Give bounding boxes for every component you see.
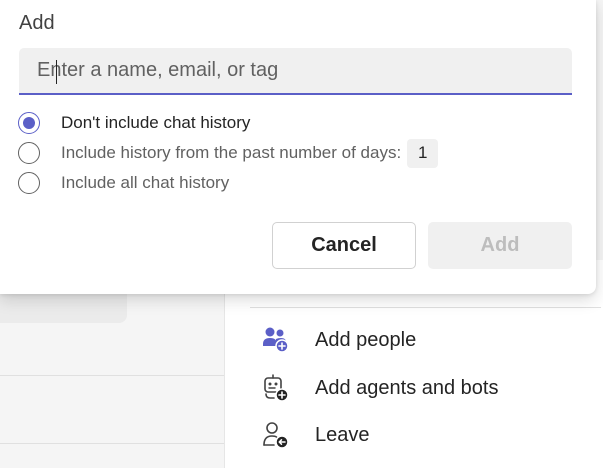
menu-item-add-people[interactable]: Add people: [261, 320, 416, 360]
add-people-icon: [261, 325, 291, 355]
text-caret: [56, 60, 57, 84]
list-divider: [0, 375, 224, 376]
cancel-button[interactable]: Cancel: [272, 222, 416, 269]
radio-label: Include history from the past number of …: [61, 143, 402, 162]
add-people-dialog: Add Don't include chat history Include h…: [0, 0, 596, 294]
add-button[interactable]: Add: [428, 222, 572, 269]
people-search-field[interactable]: [19, 48, 572, 95]
menu-item-label: Add agents and bots: [315, 376, 499, 399]
add-bot-icon: [261, 373, 291, 403]
menu-item-add-agents-and-bots[interactable]: Add agents and bots: [261, 368, 498, 408]
list-divider: [0, 443, 224, 444]
dialog-title: Add: [19, 12, 55, 34]
people-search-input[interactable]: [19, 48, 572, 93]
radio-button[interactable]: [18, 172, 40, 194]
radio-option-all-history[interactable]: Include all chat history: [18, 170, 229, 196]
leave-icon: [261, 420, 291, 450]
menu-item-label: Add people: [315, 328, 417, 351]
days-input[interactable]: 1: [407, 138, 439, 168]
radio-option-no-history[interactable]: Don't include chat history: [18, 110, 250, 136]
menu-item-leave[interactable]: Leave: [261, 415, 370, 455]
radio-label: Include all chat history: [61, 173, 230, 192]
radio-label: Don't include chat history: [61, 113, 251, 132]
radio-option-history-days[interactable]: Include history from the past number of …: [18, 138, 439, 168]
menu-divider: [250, 307, 601, 308]
radio-button[interactable]: [18, 142, 40, 164]
menu-item-label: Leave: [315, 423, 370, 446]
radio-button-selected[interactable]: [18, 112, 40, 134]
